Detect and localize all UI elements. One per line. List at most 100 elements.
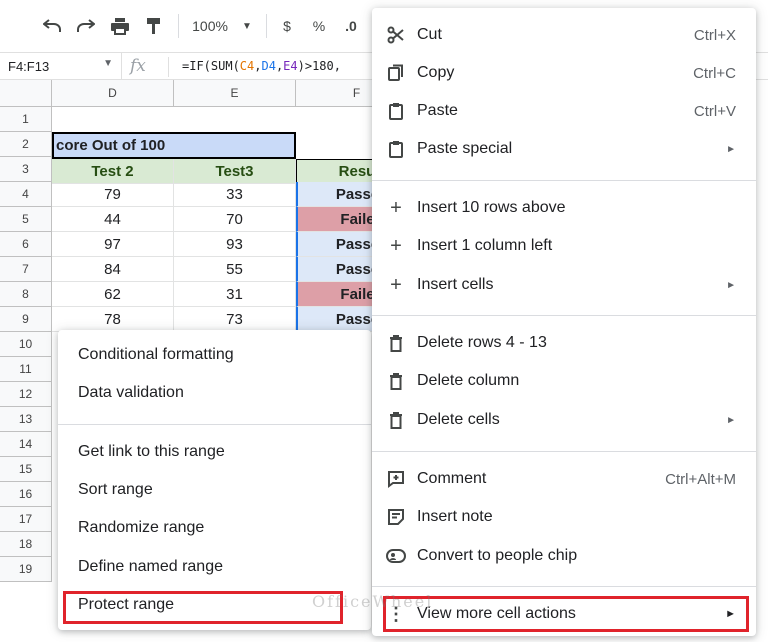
menu-item-label: Paste (417, 102, 458, 119)
menu-divider (372, 180, 756, 181)
cell-test2[interactable]: 97 (52, 232, 174, 257)
row-header[interactable]: 1 (0, 107, 52, 132)
menu-item-copy[interactable]: Copy Ctrl+C (372, 56, 756, 90)
row-header[interactable]: 4 (0, 182, 52, 207)
menu-item-randomize-range[interactable]: Randomize range (58, 511, 371, 545)
redo-icon[interactable] (72, 12, 100, 40)
highlight-protect-range (63, 591, 343, 624)
menu-item-comment[interactable]: Comment Ctrl+Alt+M (372, 462, 756, 496)
row-header[interactable]: 18 (0, 532, 52, 557)
chevron-down-icon: ▼ (103, 58, 113, 69)
menu-item-insert-rows-above[interactable]: + Insert 10 rows above (372, 191, 756, 225)
menu-divider (372, 451, 756, 452)
row-header[interactable]: 6 (0, 232, 52, 257)
row-header[interactable]: 19 (0, 557, 52, 582)
paint-format-icon[interactable] (140, 12, 168, 40)
menu-item-insert-cells[interactable]: + Insert cells ► (372, 268, 756, 302)
menu-item-delete-column[interactable]: Delete column (372, 364, 756, 398)
row-header[interactable]: 8 (0, 282, 52, 307)
cell-test3[interactable]: 70 (174, 207, 296, 232)
context-menu-primary: Cut Ctrl+X Copy Ctrl+C Paste Ctrl+V Past… (372, 8, 756, 636)
name-box[interactable]: F4:F13 ▼ (0, 53, 122, 80)
menu-item-get-link[interactable]: Get link to this range (58, 435, 371, 469)
decimal-label: .0 (345, 18, 357, 34)
formula-text: )>180, (297, 59, 341, 73)
chevron-right-icon: ► (726, 279, 736, 291)
menu-item-label: Comment (417, 470, 487, 487)
row-header[interactable]: 12 (0, 382, 52, 407)
menu-item-label: Insert cells (417, 276, 494, 293)
row-header[interactable]: 9 (0, 307, 52, 332)
formula-divider (168, 57, 169, 77)
header-test2[interactable]: Test 2 (52, 159, 174, 184)
menu-item-people-chip[interactable]: Convert to people chip (372, 539, 756, 573)
shortcut-label: Ctrl+X (693, 26, 736, 44)
percent-label: % (312, 18, 326, 34)
copy-icon (386, 63, 406, 83)
menu-divider (372, 315, 756, 316)
title-cell[interactable]: core Out of 100 (52, 132, 296, 159)
row-header[interactable]: 16 (0, 482, 52, 507)
currency-button[interactable]: $ (274, 12, 300, 40)
menu-item-paste-special[interactable]: Paste special ► (372, 132, 756, 166)
cell-test2[interactable]: 62 (52, 282, 174, 307)
menu-item-label: Insert 1 column left (417, 237, 553, 254)
cell-test2[interactable]: 84 (52, 257, 174, 282)
chevron-down-icon: ▼ (241, 20, 252, 32)
people-chip-icon (386, 546, 406, 566)
select-all-corner[interactable] (0, 80, 52, 107)
menu-item-sort-range[interactable]: Sort range (58, 473, 371, 507)
row-header[interactable]: 15 (0, 457, 52, 482)
cell-test2[interactable]: 79 (52, 182, 174, 207)
row-header[interactable]: 2 (0, 132, 52, 157)
trash-icon (386, 371, 406, 391)
row-header[interactable]: 3 (0, 157, 52, 182)
undo-icon[interactable] (38, 12, 66, 40)
row-header[interactable]: 14 (0, 432, 52, 457)
menu-item-delete-cells[interactable]: Delete cells ► (372, 403, 756, 437)
menu-item-data-validation[interactable]: Data validation (58, 376, 371, 410)
menu-item-label: Delete rows 4 - 13 (417, 334, 547, 351)
comment-add-icon (386, 469, 406, 489)
cell-test3[interactable]: 33 (174, 182, 296, 207)
menu-item-label: Data validation (78, 384, 184, 401)
row-header[interactable]: 7 (0, 257, 52, 282)
menu-item-label: Paste special (417, 140, 513, 157)
header-test3[interactable]: Test3 (174, 159, 296, 184)
menu-item-paste[interactable]: Paste Ctrl+V (372, 94, 756, 128)
menu-item-cut[interactable]: Cut Ctrl+X (372, 18, 756, 52)
cell-test3[interactable]: 73 (174, 307, 296, 332)
menu-item-insert-column-left[interactable]: + Insert 1 column left (372, 229, 756, 263)
menu-item-label: Delete column (417, 372, 520, 389)
menu-item-delete-rows[interactable]: Delete rows 4 - 13 (372, 326, 756, 360)
print-icon[interactable] (106, 12, 134, 40)
menu-item-conditional-formatting[interactable]: Conditional formatting (58, 338, 371, 372)
row-header[interactable]: 5 (0, 207, 52, 232)
menu-item-label: Sort range (78, 481, 153, 498)
column-header-d[interactable]: D (52, 80, 174, 107)
cell-test3[interactable]: 31 (174, 282, 296, 307)
row-header[interactable]: 10 (0, 332, 52, 357)
row-header[interactable]: 13 (0, 407, 52, 432)
menu-item-label: Conditional formatting (78, 346, 234, 363)
percent-button[interactable]: % (306, 12, 332, 40)
row-header[interactable]: 11 (0, 357, 52, 382)
formula-input[interactable]: =IF(SUM(C4,D4,E4)>180, (182, 59, 341, 73)
menu-item-label: Randomize range (78, 519, 205, 536)
chevron-right-icon: ► (726, 414, 736, 426)
cell-test2[interactable]: 44 (52, 207, 174, 232)
zoom-value: 100% (192, 18, 228, 34)
menu-item-label: Copy (417, 64, 455, 81)
menu-item-label: Delete cells (417, 411, 500, 428)
cell-test2[interactable]: 78 (52, 307, 174, 332)
menu-item-insert-note[interactable]: Insert note (372, 500, 756, 534)
row-header[interactable]: 17 (0, 507, 52, 532)
zoom-select[interactable]: 100% ▼ (186, 12, 258, 40)
cell-test3[interactable]: 55 (174, 257, 296, 282)
cell-test3[interactable]: 93 (174, 232, 296, 257)
shortcut-label: Ctrl+C (693, 64, 736, 82)
column-header-e[interactable]: E (174, 80, 296, 107)
plus-icon: + (390, 196, 402, 219)
menu-item-define-named-range[interactable]: Define named range (58, 550, 371, 584)
decrease-decimal-button[interactable]: .0 (338, 12, 364, 40)
